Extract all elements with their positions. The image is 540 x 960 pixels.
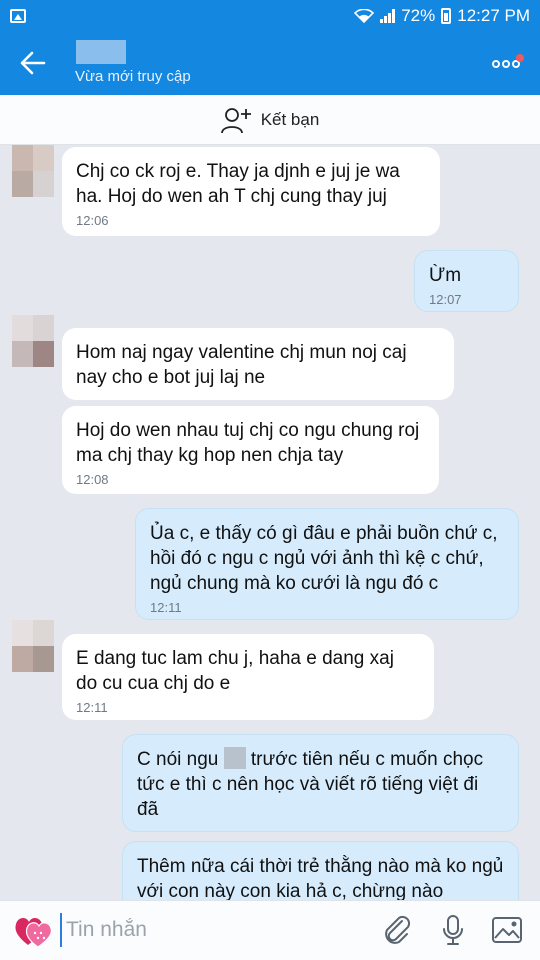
message-input[interactable]: [60, 913, 360, 947]
message-bubble-outgoing[interactable]: Ủa c, e thấy có gì đâu e phải buồn chứ c…: [135, 508, 519, 620]
signal-icon: [380, 9, 396, 23]
contact-name-redacted[interactable]: [76, 40, 126, 64]
contact-status: Vừa mới truy cập: [75, 68, 191, 85]
message-text: Ừm: [429, 265, 462, 286]
attach-button[interactable]: [380, 913, 414, 947]
wifi-icon: [354, 9, 375, 23]
message-time: 12:11: [76, 700, 108, 715]
more-icon-dot: [502, 60, 510, 68]
message-time: 12:11: [150, 600, 182, 615]
gallery-button[interactable]: [490, 913, 524, 947]
battery-percent: 72%: [401, 6, 436, 25]
back-arrow-icon: [20, 51, 46, 75]
add-friend-button[interactable]: Kết bạn: [0, 95, 540, 145]
message-bubble-incoming[interactable]: Hoj do wen nhau tuj chj co ngu chung roj…: [62, 406, 439, 494]
back-button[interactable]: [18, 48, 54, 78]
avatar[interactable]: [12, 315, 54, 367]
message-bubble-incoming[interactable]: Hom naj ngay valentine chj mun noj caj n…: [62, 328, 454, 400]
notification-badge: [516, 54, 524, 62]
message-text: Hoj do wen nhau tuj chj co ngu chung roj…: [76, 420, 420, 466]
avatar[interactable]: [12, 145, 54, 197]
message-input-bar: [0, 900, 540, 960]
add-friend-label: Kết bạn: [260, 109, 320, 129]
message-text: Thêm nữa cái thời trẻ thằng nào mà ko ng…: [137, 856, 504, 902]
avatar[interactable]: [12, 620, 54, 672]
message-text: Ủa c, e thấy có gì đâu e phải buồn chứ c…: [150, 523, 498, 594]
gallery-icon: [492, 917, 522, 943]
sticker-button[interactable]: [14, 911, 54, 949]
message-bubble-incoming[interactable]: E dang tuc lam chu j, haha e dang xaj do…: [62, 634, 434, 720]
message-bubble-incoming[interactable]: Chj co ck roj e. Thay ja djnh e juj je w…: [62, 147, 440, 236]
add-friend-icon: [220, 107, 251, 133]
status-right: 72% 12:27 PM: [354, 6, 530, 26]
status-bar: 72% 12:27 PM: [0, 0, 540, 32]
redacted-text: [223, 747, 246, 769]
more-button[interactable]: [492, 54, 526, 74]
message-text: E dang tuc lam chu j, haha e dang xaj do…: [76, 648, 394, 694]
message-bubble-outgoing[interactable]: Ừm 12:07: [414, 250, 519, 312]
more-icon: [492, 60, 500, 68]
message-text-start: C nói ngu: [137, 749, 219, 770]
sticker-icon: [15, 918, 53, 948]
mic-button[interactable]: [436, 913, 470, 947]
chat-header: Vừa mới truy cập: [0, 32, 540, 95]
image-icon: [10, 9, 26, 23]
message-time: 12:06: [76, 213, 109, 228]
message-text: Hom naj ngay valentine chj mun noj caj n…: [76, 342, 407, 388]
attach-icon: [385, 915, 411, 944]
message-bubble-outgoing[interactable]: C nói ngu trước tiên nếu c muốn chọc tức…: [122, 734, 519, 832]
message-time: 12:07: [429, 292, 462, 307]
clock: 12:27 PM: [457, 6, 530, 25]
message-text: Chj co ck roj e. Thay ja djnh e juj je w…: [76, 161, 400, 207]
mic-icon: [443, 915, 463, 945]
message-time: 12:08: [76, 472, 109, 487]
battery-icon: [441, 8, 452, 24]
